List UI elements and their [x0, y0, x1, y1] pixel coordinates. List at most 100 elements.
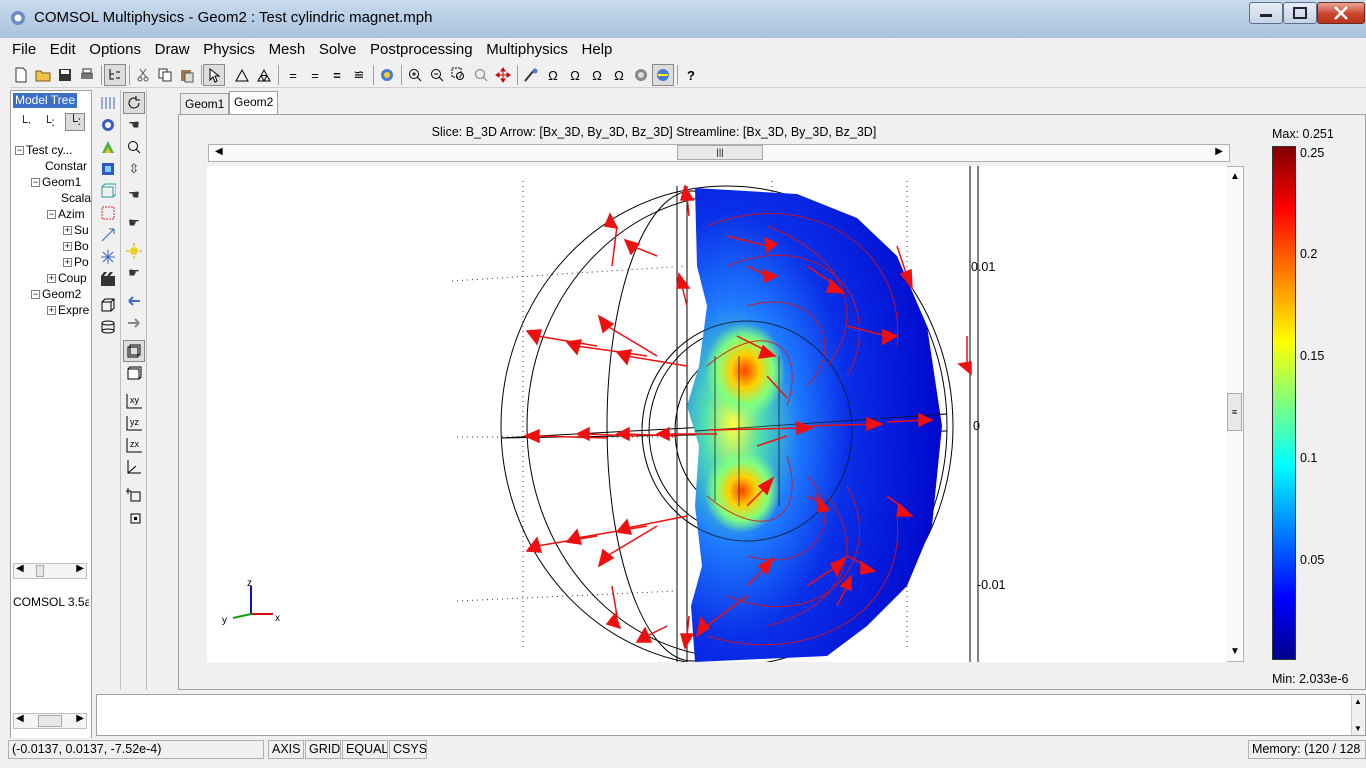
- default-view-icon[interactable]: [123, 456, 145, 478]
- menu-options[interactable]: Options: [87, 38, 141, 58]
- collapse-icon[interactable]: −: [31, 178, 40, 188]
- close-button[interactable]: [1317, 2, 1365, 24]
- go-forward-icon[interactable]: [123, 312, 145, 334]
- new-icon[interactable]: [10, 64, 32, 86]
- zoom-window-icon[interactable]: [448, 64, 470, 86]
- zoom-extents-icon[interactable]: [492, 64, 514, 86]
- animation-icon[interactable]: [97, 268, 119, 290]
- cylinder-icon[interactable]: [97, 316, 119, 338]
- menu-help[interactable]: Help: [580, 38, 613, 58]
- boundary-plot-icon[interactable]: [97, 158, 119, 180]
- collapse-icon[interactable]: −: [31, 290, 40, 300]
- tree-item[interactable]: + Bo: [63, 239, 89, 253]
- cut-icon[interactable]: [132, 64, 154, 86]
- select-icon[interactable]: [203, 64, 225, 86]
- paste-icon[interactable]: [176, 64, 198, 86]
- transparency-icon[interactable]: ☛: [123, 212, 145, 234]
- menu-multiphysics[interactable]: Multiphysics: [484, 38, 568, 58]
- move-icon[interactable]: ⇳: [123, 158, 145, 180]
- tree-view-detailed-icon[interactable]: └:: [65, 113, 85, 131]
- domain-plot-icon[interactable]: Ω: [564, 64, 586, 86]
- menu-postprocessing[interactable]: Postprocessing: [368, 38, 473, 58]
- tab-geom1[interactable]: Geom1: [180, 93, 230, 115]
- expand-icon[interactable]: +: [63, 226, 72, 236]
- arrow-plot-icon[interactable]: [97, 202, 119, 224]
- menu-edit[interactable]: Edit: [48, 38, 76, 58]
- zoom-box-icon[interactable]: [123, 484, 145, 506]
- grid-toggle-button[interactable]: GRID: [305, 740, 341, 759]
- point-integration-icon[interactable]: [630, 64, 652, 86]
- view-yz-icon[interactable]: yz: [123, 412, 145, 434]
- lighting-icon[interactable]: [123, 240, 145, 262]
- tree-view-flat-icon[interactable]: └·: [19, 115, 32, 129]
- info-horizontal-scrollbar[interactable]: ◀ ▶: [13, 713, 87, 729]
- slice-plot-icon[interactable]: [97, 92, 119, 114]
- minimize-button[interactable]: [1249, 2, 1283, 24]
- plot-icon[interactable]: [376, 64, 398, 86]
- tree-horizontal-scrollbar[interactable]: ◀ ▶: [13, 563, 87, 579]
- rotate-icon[interactable]: [123, 92, 145, 114]
- tree-item[interactable]: − Geom2: [31, 287, 81, 301]
- view-xy-icon[interactable]: xy: [123, 390, 145, 412]
- model-tree-icon[interactable]: [104, 64, 126, 86]
- open-icon[interactable]: [32, 64, 54, 86]
- solid-view-icon[interactable]: [123, 362, 145, 384]
- streamline-plot-icon[interactable]: [97, 246, 119, 268]
- solver-manager-icon[interactable]: ≌: [348, 64, 370, 86]
- help-icon[interactable]: ?: [680, 64, 702, 86]
- collapse-icon[interactable]: −: [15, 146, 24, 156]
- tree-item[interactable]: − Azim: [47, 207, 85, 221]
- axis-toggle-button[interactable]: AXIS: [268, 740, 304, 759]
- csys-toggle-button[interactable]: CSYS: [389, 740, 427, 759]
- zoom-selected-icon[interactable]: [470, 64, 492, 86]
- tree-item[interactable]: + Coup: [47, 271, 87, 285]
- principal-plot-icon[interactable]: [97, 224, 119, 246]
- zoom-box-out-icon[interactable]: [123, 506, 145, 528]
- zoom-in-icon[interactable]: [404, 64, 426, 86]
- view-zx-icon[interactable]: zx: [123, 434, 145, 456]
- print-icon[interactable]: [76, 64, 98, 86]
- go-back-icon[interactable]: [123, 290, 145, 312]
- edge-plot-icon[interactable]: [97, 180, 119, 202]
- maximize-button[interactable]: [1283, 2, 1317, 24]
- tree-item[interactable]: + Po: [63, 255, 89, 269]
- tree-item[interactable]: − Test cy...: [15, 143, 72, 157]
- equal-toggle-button[interactable]: EQUAL: [342, 740, 388, 759]
- plot-vertical-scrollbar[interactable]: ▲ ≡ ▼: [1226, 166, 1244, 662]
- headlight-toggle-icon[interactable]: ☛: [123, 262, 145, 284]
- plot-horizontal-scrollbar[interactable]: ◀ ||| ▶: [208, 144, 1230, 162]
- block-icon[interactable]: [97, 294, 119, 316]
- isosurface-plot-icon[interactable]: [97, 114, 119, 136]
- animate-icon[interactable]: Ω: [542, 64, 564, 86]
- menu-file[interactable]: File: [10, 38, 36, 58]
- expand-icon[interactable]: +: [47, 306, 56, 316]
- log-scrollbar[interactable]: ▲ ▼: [1351, 695, 1365, 735]
- tree-item[interactable]: Scala: [61, 191, 91, 205]
- mesh-icon[interactable]: [231, 64, 253, 86]
- save-icon[interactable]: [54, 64, 76, 86]
- pan-icon[interactable]: ☚: [123, 114, 145, 136]
- boundary-integration-icon[interactable]: Ω: [608, 64, 630, 86]
- expand-icon[interactable]: +: [63, 242, 72, 252]
- tree-item[interactable]: + Expre: [47, 303, 89, 317]
- menu-solve[interactable]: Solve: [317, 38, 357, 58]
- wireframe-icon[interactable]: [123, 340, 145, 362]
- collapse-icon[interactable]: −: [47, 210, 56, 220]
- copy-icon[interactable]: [154, 64, 176, 86]
- menu-mesh[interactable]: Mesh: [267, 38, 306, 58]
- zoom-out-icon[interactable]: [426, 64, 448, 86]
- subdomain-integration-icon[interactable]: Ω: [586, 64, 608, 86]
- expand-icon[interactable]: +: [47, 274, 56, 284]
- solve-icon[interactable]: =: [282, 64, 304, 86]
- menu-physics[interactable]: Physics: [201, 38, 255, 58]
- subdomain-plot-icon[interactable]: [97, 136, 119, 158]
- refine-mesh-icon[interactable]: [253, 64, 275, 86]
- expand-icon[interactable]: +: [63, 258, 72, 268]
- tree-item[interactable]: − Geom1: [31, 175, 81, 189]
- solve-restart-icon[interactable]: =: [304, 64, 326, 86]
- scene-light-icon[interactable]: ☚: [123, 184, 145, 206]
- tree-item[interactable]: + Su: [63, 223, 89, 237]
- tree-item[interactable]: Constar: [45, 159, 87, 173]
- zoom-icon[interactable]: [123, 136, 145, 158]
- tree-view-structured-icon[interactable]: └:: [43, 115, 55, 129]
